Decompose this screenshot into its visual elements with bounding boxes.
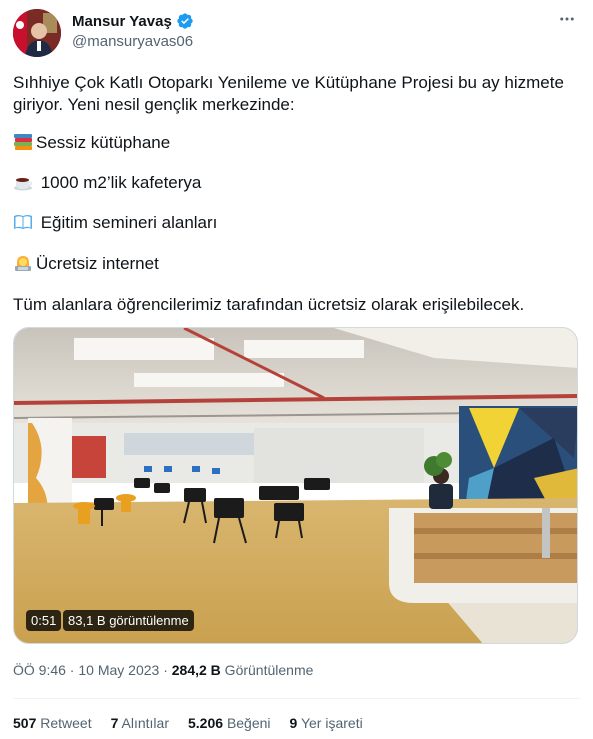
- author-name[interactable]: Mansur Yavaş: [72, 13, 172, 30]
- quotes-label: Alıntılar: [121, 715, 169, 731]
- video-player[interactable]: [13, 327, 578, 644]
- video-views-badge: 83,1 B görüntülenme: [63, 610, 194, 631]
- feature-label: Eğitim semineri alanları: [36, 213, 218, 232]
- likes-label: Beğeni: [226, 715, 271, 731]
- tweet-stats: 507 Retweet 7 Alıntılar 5.206 Beğeni 9 Y…: [13, 715, 363, 731]
- tweet-timestamp[interactable]: ÖÖ 9:46 · 10 May 2023 ·: [13, 662, 172, 678]
- likes-count: 5.206: [188, 715, 224, 731]
- bookmarks-count: 9: [289, 715, 298, 731]
- feature-item-seminars: Eğitim semineri alanları: [13, 212, 217, 233]
- avatar[interactable]: [13, 9, 61, 57]
- feature-item-cafeteria: 1000 m2’lik kafeterya: [13, 172, 201, 193]
- author-name-row[interactable]: Mansur Yavaş: [72, 12, 194, 30]
- bookmarks-label: Yer işareti: [300, 715, 363, 731]
- tweet-text-line-1: Sıhhiye Çok Katlı Otoparkı Yenileme ve K…: [13, 73, 564, 92]
- technologist-emoji-icon: [15, 256, 31, 271]
- more-dots-icon: [560, 17, 574, 21]
- retweets-stat[interactable]: 507 Retweet: [13, 715, 92, 731]
- retweets-count: 507: [13, 715, 37, 731]
- tweet-meta: ÖÖ 9:46 · 10 May 2023 · 284,2 B Görüntül…: [13, 662, 313, 678]
- feature-label: Ücretsiz internet: [36, 254, 159, 273]
- feature-item-internet: Ücretsiz internet: [13, 253, 159, 274]
- author-handle[interactable]: @mansuryavas06: [72, 33, 193, 50]
- feature-label: 1000 m2’lik kafeterya: [36, 173, 202, 192]
- retweets-label: Retweet: [40, 715, 92, 731]
- quotes-count: 7: [110, 715, 119, 731]
- avatar-image: [13, 9, 61, 57]
- tweet-closing-text: Tüm alanlara öğrencilerimiz tarafından ü…: [13, 295, 525, 314]
- verified-badge-icon: [177, 13, 193, 29]
- divider: [13, 698, 580, 699]
- views-count: 284,2 B: [171, 662, 221, 678]
- feature-item-library: Sessiz kütüphane: [13, 132, 170, 153]
- tweet-text-line-2: giriyor. Yeni nesil gençlik merkezinde:: [13, 95, 295, 114]
- open-book-emoji-icon: [14, 215, 32, 229]
- coffee-emoji-icon: [14, 178, 32, 191]
- video-thumbnail: [14, 328, 577, 643]
- books-emoji-icon: [14, 134, 32, 150]
- views-label: Görüntülenme: [220, 662, 314, 678]
- likes-stat[interactable]: 5.206 Beğeni: [188, 715, 271, 731]
- bookmarks-stat[interactable]: 9 Yer işareti: [290, 715, 363, 731]
- video-duration-badge: 0:51: [26, 610, 62, 631]
- more-options-button[interactable]: [558, 10, 576, 33]
- quotes-stat[interactable]: 7 Alıntılar: [111, 715, 169, 731]
- feature-label: Sessiz kütüphane: [36, 133, 171, 152]
